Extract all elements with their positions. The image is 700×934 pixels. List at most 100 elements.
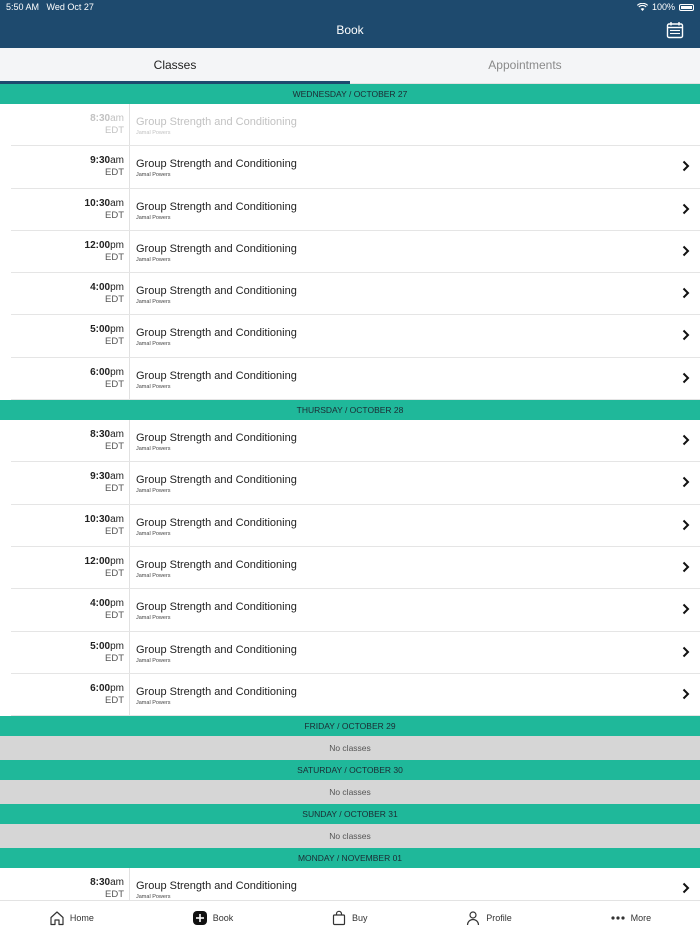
class-start-time: 8:30 (90, 429, 111, 441)
class-row[interactable]: 4:00pm EDT Group Strength and Conditioning… (11, 273, 700, 316)
class-instructor: Jamal Powers (136, 572, 171, 579)
nav-more[interactable]: More (610, 910, 651, 926)
class-name: Group Strength and Conditioning (136, 474, 297, 487)
class-info: Group Strength and Conditioning Jamal Pow… (136, 115, 297, 137)
class-timezone: EDT (105, 378, 124, 390)
page-title: Book (336, 23, 364, 37)
class-ampm: am (110, 877, 124, 889)
chevron-right-icon (682, 882, 690, 894)
class-time: 10:30am EDT (11, 504, 130, 546)
class-instructor: Jamal Powers (136, 172, 171, 179)
class-time: 8:30am EDT (11, 420, 130, 462)
class-timezone: EDT (105, 294, 124, 306)
home-icon (50, 910, 64, 925)
class-ampm: am (110, 513, 124, 525)
class-instructor: Jamal Powers (136, 488, 171, 495)
app-window: 5:50 AM Wed Oct 27 100% Book Classes App… (0, 0, 700, 934)
class-timezone: EDT (105, 694, 124, 706)
class-row[interactable]: 5:00pm EDT Group Strength and Conditioning… (11, 315, 700, 358)
chevron-right-icon (682, 477, 690, 488)
class-time: 8:30am EDT (11, 104, 130, 146)
class-time: 8:30am EDT (11, 868, 130, 900)
class-row[interactable]: 6:00pm EDT Group Strength and Conditioning… (11, 673, 700, 717)
class-row[interactable]: 9:30am EDT Group Strength and Conditioning… (11, 146, 700, 189)
class-instructor: Jamal Powers (136, 530, 171, 537)
class-instructor: Jamal Powers (136, 615, 171, 622)
class-time: 12:00pm EDT (11, 546, 130, 589)
class-start-time: 10:30 (84, 197, 111, 209)
class-name: Group Strength and Conditioning (136, 880, 297, 893)
no-classes-message: No classes (0, 736, 700, 761)
chevron-right-icon (682, 434, 690, 446)
chevron-right-icon (682, 646, 690, 657)
schedule-list[interactable]: WEDNESDAY / OCTOBER 27 8:30am EDT Group Str… (0, 84, 700, 900)
class-time: 9:30am EDT (11, 462, 130, 504)
nav-book[interactable]: Book (192, 910, 234, 926)
class-info: Group Strength and Conditioning Jamal Pow… (136, 516, 297, 538)
class-name: Group Strength and Conditioning (136, 643, 297, 656)
class-row[interactable]: 10:30am EDT Group Strength and Conditionin… (11, 188, 700, 231)
no-classes-message: No classes (0, 780, 700, 805)
class-name: Group Strength and Conditioning (136, 558, 297, 571)
class-name: Group Strength and Conditioning (136, 116, 297, 128)
tab-classes[interactable]: Classes (0, 48, 350, 84)
class-timezone: EDT (105, 889, 124, 900)
class-instructor: Jamal Powers (136, 256, 171, 263)
class-row[interactable]: 12:00pm EDT Group Strength and Conditionin… (11, 546, 700, 590)
class-ampm: pm (110, 366, 124, 378)
class-row[interactable]: 8:30am EDT Group Strength and Conditioning… (11, 420, 700, 463)
class-start-time: 8:30 (90, 113, 111, 124)
day-header: SATURDAY / OCTOBER 30 (0, 760, 700, 781)
calendar-icon[interactable] (666, 21, 684, 39)
class-ampm: pm (110, 239, 124, 251)
class-info: Group Strength and Conditioning Jamal Pow… (136, 473, 297, 495)
nav-profile[interactable]: Profile (465, 910, 512, 926)
class-name: Group Strength and Conditioning (136, 285, 297, 298)
class-info: Group Strength and Conditioning Jamal Pow… (136, 558, 297, 580)
class-info: Group Strength and Conditioning Jamal Pow… (136, 431, 297, 453)
class-start-time: 12:00 (84, 239, 111, 251)
class-row[interactable]: 9:30am EDT Group Strength and Conditioning… (11, 462, 700, 505)
wifi-icon (636, 3, 648, 11)
nav-buy[interactable]: Buy (331, 910, 368, 926)
class-time: 6:00pm EDT (11, 357, 130, 400)
class-info: Group Strength and Conditioning Jamal Pow… (136, 284, 297, 306)
tab-appointments[interactable]: Appointments (350, 48, 700, 83)
class-timezone: EDT (105, 336, 124, 348)
day-header: THURSDAY / OCTOBER 28 (0, 400, 700, 421)
nav-home[interactable]: Home (49, 910, 94, 926)
class-start-time: 9:30 (90, 155, 111, 167)
class-time: 5:00pm EDT (11, 315, 130, 357)
class-time: 9:30am EDT (11, 146, 130, 188)
class-start-time: 4:00 (90, 282, 111, 294)
class-name: Group Strength and Conditioning (136, 200, 297, 213)
class-time: 6:00pm EDT (11, 673, 130, 716)
class-row[interactable]: 10:30am EDT Group Strength and Conditionin… (11, 504, 700, 547)
day-header: WEDNESDAY / OCTOBER 27 (0, 84, 700, 104)
class-timezone: EDT (105, 652, 124, 664)
class-name: Group Strength and Conditioning (136, 327, 297, 340)
nav-profile-label: Profile (486, 912, 512, 923)
class-name: Group Strength and Conditioning (136, 369, 297, 382)
class-row[interactable]: 12:00pm EDT Group Strength and Conditionin… (11, 230, 700, 274)
nav-home-label: Home (69, 912, 94, 923)
class-start-time: 10:30 (84, 513, 111, 525)
class-row[interactable]: 5:00pm EDT Group Strength and Conditioning… (11, 631, 700, 674)
class-start-time: 6:00 (90, 366, 111, 378)
class-timezone: EDT (105, 567, 124, 579)
class-timezone: EDT (105, 167, 124, 179)
class-row[interactable]: 6:00pm EDT Group Strength and Conditioning… (11, 357, 700, 401)
class-name: Group Strength and Conditioning (136, 242, 297, 255)
class-row[interactable]: 8:30am EDT Group Strength and Conditioning… (11, 868, 700, 900)
nav-book-label: Book (212, 912, 234, 923)
class-instructor: Jamal Powers (136, 130, 171, 136)
class-ampm: pm (110, 598, 124, 610)
status-time: 5:50 AM Wed Oct 27 (6, 2, 94, 12)
class-info: Group Strength and Conditioning Jamal Pow… (136, 879, 297, 900)
class-time: 4:00pm EDT (11, 273, 130, 315)
chevron-right-icon (682, 604, 690, 615)
class-row[interactable]: 4:00pm EDT Group Strength and Conditioning… (11, 589, 700, 632)
day-header: MONDAY / NOVEMBER 01 (0, 848, 700, 869)
class-ampm: pm (110, 324, 124, 336)
chevron-right-icon (682, 519, 690, 530)
